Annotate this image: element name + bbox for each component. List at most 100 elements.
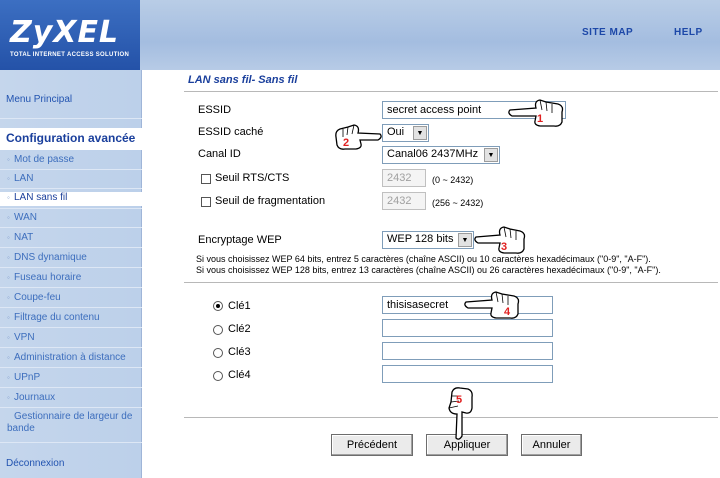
bullet-icon: ◦: [7, 273, 10, 282]
sidebar-item-vpn[interactable]: ◦ VPN: [0, 332, 142, 344]
page-title: LAN sans fil- Sans fil: [188, 74, 298, 86]
sidebar-divider: [0, 247, 142, 248]
wep-info-128: Si vous choisissez WEP 128 bits, entrez …: [196, 265, 661, 275]
pointing-hand-icon: 3: [474, 226, 526, 254]
bullet-icon: ◦: [7, 253, 10, 262]
help-link[interactable]: HELP: [674, 27, 703, 38]
sidebar-item-nat[interactable]: ◦ NAT: [0, 232, 142, 244]
sidebar-item-upnp[interactable]: ◦ UPnP: [0, 372, 142, 384]
sidebar-item-remote-admin[interactable]: ◦ Administration à distance: [0, 352, 142, 364]
key4-radio[interactable]: [213, 371, 223, 381]
hidden-essid-value: Oui: [387, 126, 405, 138]
wep-value: WEP 128 bits: [387, 233, 454, 245]
bullet-icon: ◦: [7, 193, 10, 202]
wep-label: Encryptage WEP: [198, 234, 282, 246]
bullet-icon: ◦: [7, 353, 10, 362]
fragmentation-label: Seuil de fragmentation: [215, 195, 326, 207]
pointing-hand-icon: 5: [448, 387, 473, 440]
key3-radio[interactable]: [213, 348, 223, 358]
hidden-essid-select[interactable]: Oui ▼: [382, 124, 429, 142]
rts-label: Seuil RTS/CTS: [215, 172, 290, 184]
header-bar: ZyXEL TOTAL INTERNET ACCESS SOLUTION SIT…: [0, 0, 720, 70]
pointing-hand-icon: 4: [464, 291, 520, 319]
sidebar-divider: [0, 267, 142, 268]
sidebar-divider: [0, 367, 142, 368]
sidebar-divider: [0, 208, 142, 209]
hidden-essid-label: ESSID caché: [198, 126, 264, 138]
wep-info-64: Si vous choisissez WEP 64 bits, entrez 5…: [196, 254, 651, 264]
brand-tagline: TOTAL INTERNET ACCESS SOLUTION: [10, 52, 130, 58]
sidebar-divider: [0, 442, 142, 443]
bullet-icon: ◦: [7, 155, 10, 164]
sidebar-divider: [0, 287, 142, 288]
logo[interactable]: ZyXEL TOTAL INTERNET ACCESS SOLUTION: [0, 0, 140, 70]
sidebar-divider: [0, 327, 142, 328]
annotation-number: 5: [456, 394, 462, 406]
sidebar-section-advanced[interactable]: Configuration avancée: [0, 128, 142, 150]
key2-label: Clé2: [228, 323, 251, 335]
sidebar-divider: [0, 407, 142, 408]
bullet-icon: ◦: [7, 213, 10, 222]
pointing-hand-icon: 1: [508, 99, 564, 127]
channel-select[interactable]: Canal06 2437MHz ▼: [382, 146, 500, 164]
annotation-number: 3: [501, 241, 507, 253]
sidebar-item-password[interactable]: ◦ Mot de passe: [0, 154, 142, 166]
channel-label: Canal ID: [198, 148, 241, 160]
sidebar: Menu Principal Configuration avancée ◦ Mo…: [0, 70, 142, 478]
section-divider: [184, 282, 718, 283]
key1-radio[interactable]: [213, 301, 223, 311]
pointing-hand-icon: 2: [335, 124, 382, 150]
bullet-icon: ◦: [7, 333, 10, 342]
sidebar-divider: [0, 347, 142, 348]
bullet-icon: ◦: [7, 373, 10, 382]
chevron-down-icon[interactable]: ▼: [484, 148, 498, 162]
sidebar-logout[interactable]: Déconnexion: [0, 458, 142, 469]
annotation-number: 4: [504, 306, 511, 318]
bullet-icon: ◦: [7, 174, 10, 183]
sidebar-item-wan[interactable]: ◦ WAN: [0, 212, 142, 224]
cancel-button[interactable]: Annuler: [521, 434, 582, 456]
sidebar-item-lan[interactable]: ◦ LAN: [0, 173, 142, 185]
bullet-icon: ◦: [7, 313, 10, 322]
fragmentation-checkbox[interactable]: [201, 197, 211, 207]
key4-input[interactable]: [382, 365, 553, 383]
essid-label: ESSID: [198, 104, 232, 116]
sidebar-divider: [0, 307, 142, 308]
key3-input[interactable]: [382, 342, 553, 360]
key2-radio[interactable]: [213, 325, 223, 335]
sidebar-item-content-filter[interactable]: ◦ Filtrage du contenu: [0, 312, 142, 324]
title-divider: [184, 91, 718, 92]
key4-label: Clé4: [228, 369, 251, 381]
sidebar-divider: [0, 169, 142, 170]
sidebar-divider: [0, 188, 142, 189]
bullet-icon: ◦: [7, 293, 10, 302]
sidebar-divider: [0, 387, 142, 388]
sidebar-divider: [0, 227, 142, 228]
chevron-down-icon[interactable]: ▼: [458, 233, 472, 247]
sidebar-item-bandwidth[interactable]: ◦ Gestionnaire de largeur de bande: [0, 411, 142, 435]
site-map-link[interactable]: SITE MAP: [582, 27, 633, 38]
sidebar-item-time-zone[interactable]: ◦ Fuseau horaire: [0, 272, 142, 284]
previous-button[interactable]: Précédent: [331, 434, 413, 456]
sidebar-main-menu[interactable]: Menu Principal: [0, 94, 142, 105]
channel-value: Canal06 2437MHz: [387, 148, 479, 160]
key3-label: Clé3: [228, 346, 251, 358]
brand-logo-text: ZyXEL: [10, 15, 120, 50]
rts-input[interactable]: 2432: [382, 169, 426, 187]
fragmentation-range: (256 ~ 2432): [432, 198, 484, 208]
sidebar-item-wireless-lan[interactable]: ◦ LAN sans fil: [0, 192, 142, 206]
sidebar-item-dynamic-dns[interactable]: ◦ DNS dynamique: [0, 252, 142, 264]
wep-select[interactable]: WEP 128 bits ▼: [382, 231, 474, 249]
key1-label: Clé1: [228, 300, 251, 312]
bullet-icon: ◦: [7, 393, 10, 402]
rts-checkbox[interactable]: [201, 174, 211, 184]
sidebar-item-logs[interactable]: ◦ Journaux: [0, 392, 142, 404]
rts-range: (0 ~ 2432): [432, 175, 474, 185]
bullet-icon: ◦: [14, 412, 17, 421]
chevron-down-icon[interactable]: ▼: [413, 126, 427, 140]
sidebar-item-firewall[interactable]: ◦ Coupe-feu: [0, 292, 142, 304]
fragmentation-input[interactable]: 2432: [382, 192, 426, 210]
annotation-number: 2: [343, 137, 349, 149]
bullet-icon: ◦: [7, 233, 10, 242]
annotation-number: 1: [537, 113, 543, 125]
